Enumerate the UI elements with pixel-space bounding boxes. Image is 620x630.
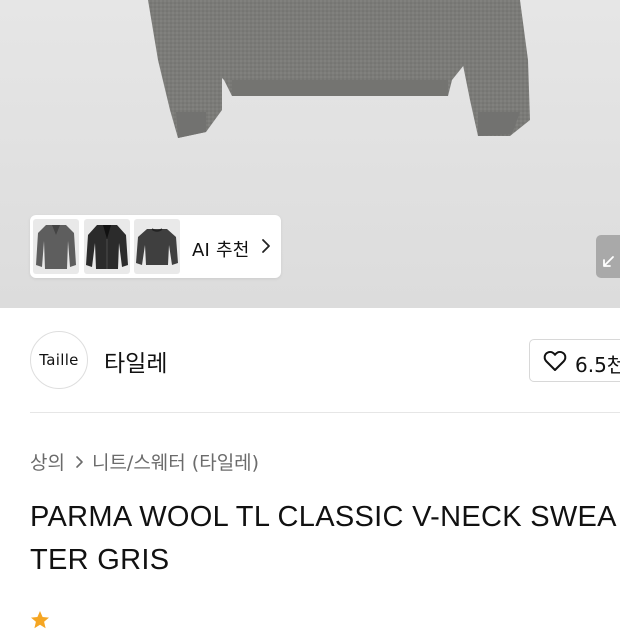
like-count: 6.5천 bbox=[575, 353, 620, 377]
breadcrumb: 상의 니트/스웨터 (타일레) bbox=[30, 448, 259, 475]
brand-name[interactable]: 타일레 bbox=[104, 344, 167, 378]
breadcrumb-subcategory[interactable]: 니트/스웨터 (타일레) bbox=[92, 448, 259, 475]
chevron-right-icon bbox=[262, 239, 270, 253]
brand-logo[interactable]: Taille bbox=[30, 331, 88, 389]
recommend-thumbnail-2[interactable] bbox=[84, 219, 130, 274]
product-title: PARMA WOOL TL CLASSIC V-NECK SWEATER GRI… bbox=[30, 501, 617, 576]
like-button[interactable]: 6.5천 bbox=[529, 339, 620, 382]
recommend-thumbnail-1[interactable] bbox=[33, 219, 79, 274]
ai-recommend-strip[interactable]: AI 추천 bbox=[30, 215, 281, 278]
grey-sweater-icon bbox=[36, 225, 76, 269]
section-divider bbox=[30, 412, 620, 413]
ai-recommend-label[interactable]: AI 추천 bbox=[192, 236, 249, 262]
brand-logo-text: Taille bbox=[39, 351, 79, 369]
star-icon bbox=[31, 611, 49, 629]
brand-row: Taille 타일레 6.5천 bbox=[0, 308, 620, 412]
expand-image-button[interactable] bbox=[596, 235, 620, 278]
charcoal-sweater-icon bbox=[136, 228, 178, 265]
chevron-right-icon bbox=[75, 455, 84, 469]
breadcrumb-category[interactable]: 상의 bbox=[30, 448, 65, 475]
product-image[interactable]: AI 추천 bbox=[0, 0, 620, 308]
recommend-thumbnail-3[interactable] bbox=[134, 219, 180, 274]
collapse-arrow-icon bbox=[603, 256, 614, 267]
rating-row[interactable] bbox=[30, 610, 60, 630]
heart-icon bbox=[543, 350, 567, 371]
black-cardigan-icon bbox=[86, 225, 128, 269]
